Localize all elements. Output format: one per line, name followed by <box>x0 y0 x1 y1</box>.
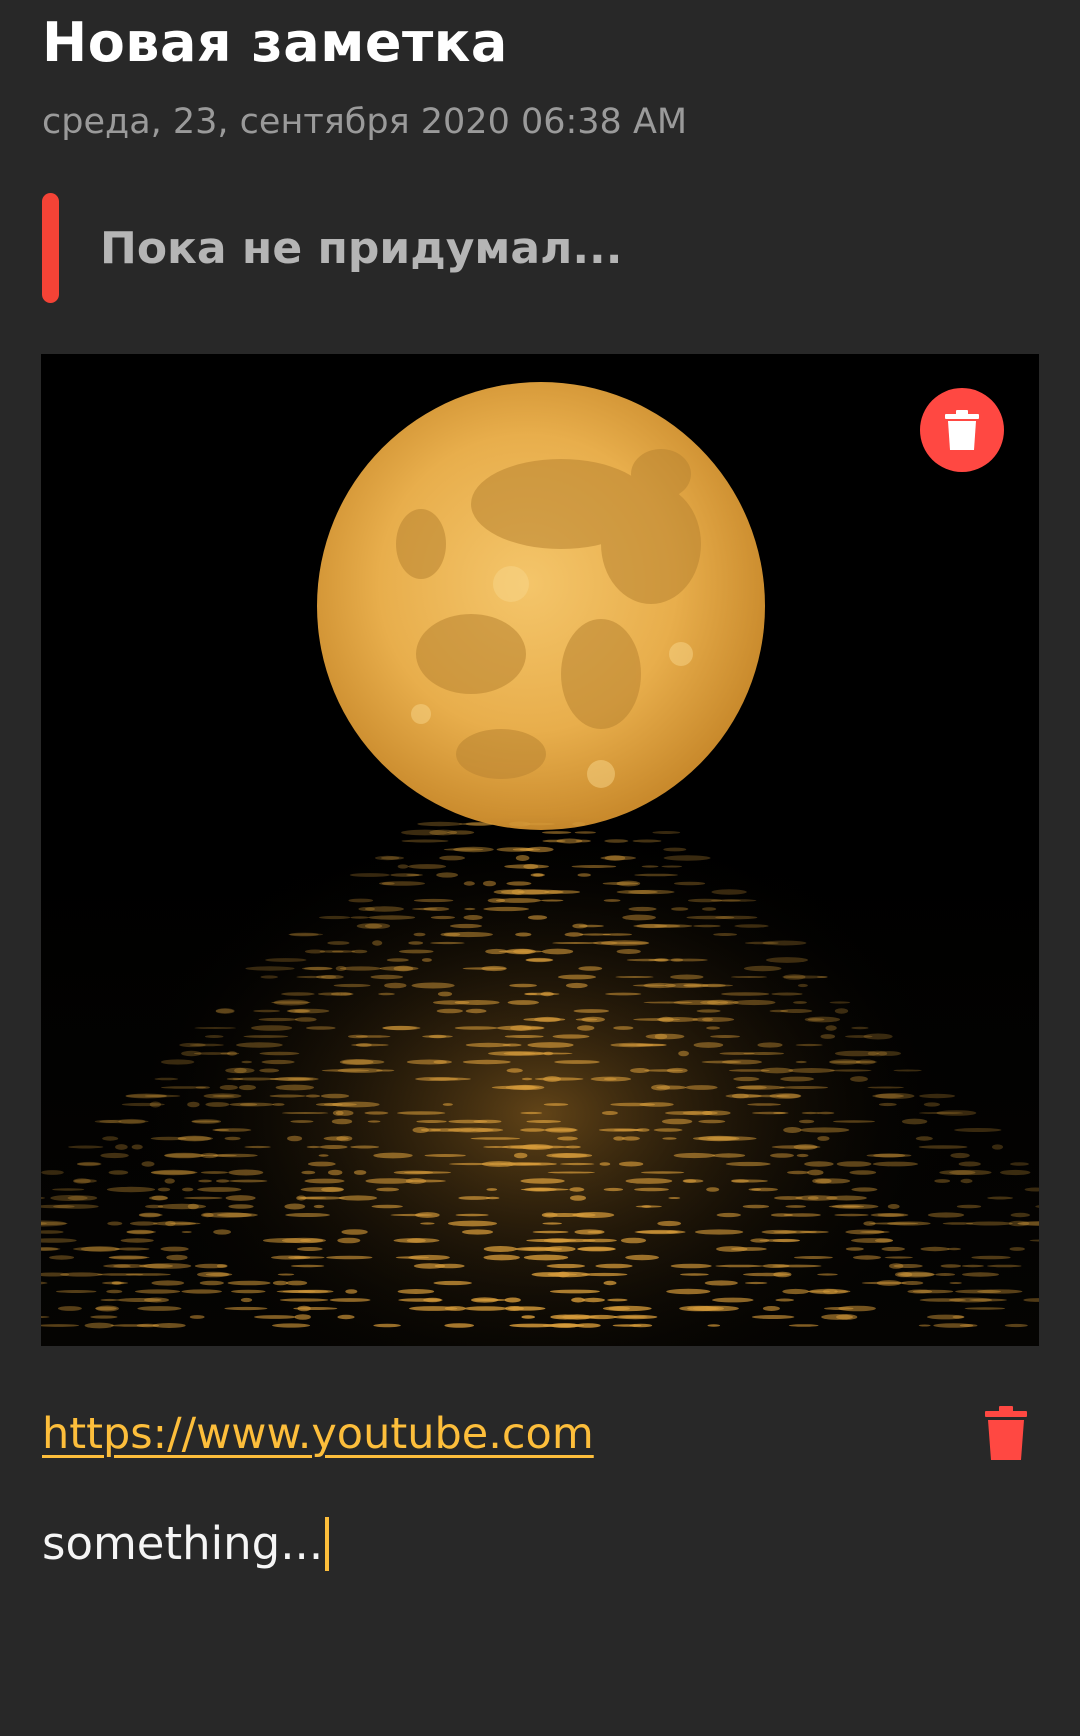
note-editor-screen: Новая заметка среда, 23, сентября 2020 0… <box>0 0 1080 1736</box>
color-indicator-bar <box>42 193 59 303</box>
note-subtitle[interactable]: Пока не придумал... <box>100 221 622 277</box>
delete-image-button[interactable] <box>920 388 1004 472</box>
moon-over-sea-image <box>41 354 1039 1346</box>
note-body-text: something... <box>42 1517 324 1570</box>
subtitle-row: Пока не придумал... <box>42 193 1032 303</box>
delete-url-button[interactable] <box>980 1402 1032 1464</box>
note-datetime: среда, 23, сентября 2020 06:38 AM <box>42 102 688 142</box>
note-body-input[interactable]: something... <box>42 1514 330 1574</box>
note-image <box>41 354 1039 1346</box>
note-title[interactable]: Новая заметка <box>42 6 508 80</box>
text-cursor <box>325 1517 330 1571</box>
url-row: https://www.youtube.com <box>42 1400 1032 1470</box>
trash-icon <box>945 410 979 450</box>
url-link[interactable]: https://www.youtube.com <box>42 1406 594 1462</box>
trash-icon <box>985 1406 1027 1460</box>
